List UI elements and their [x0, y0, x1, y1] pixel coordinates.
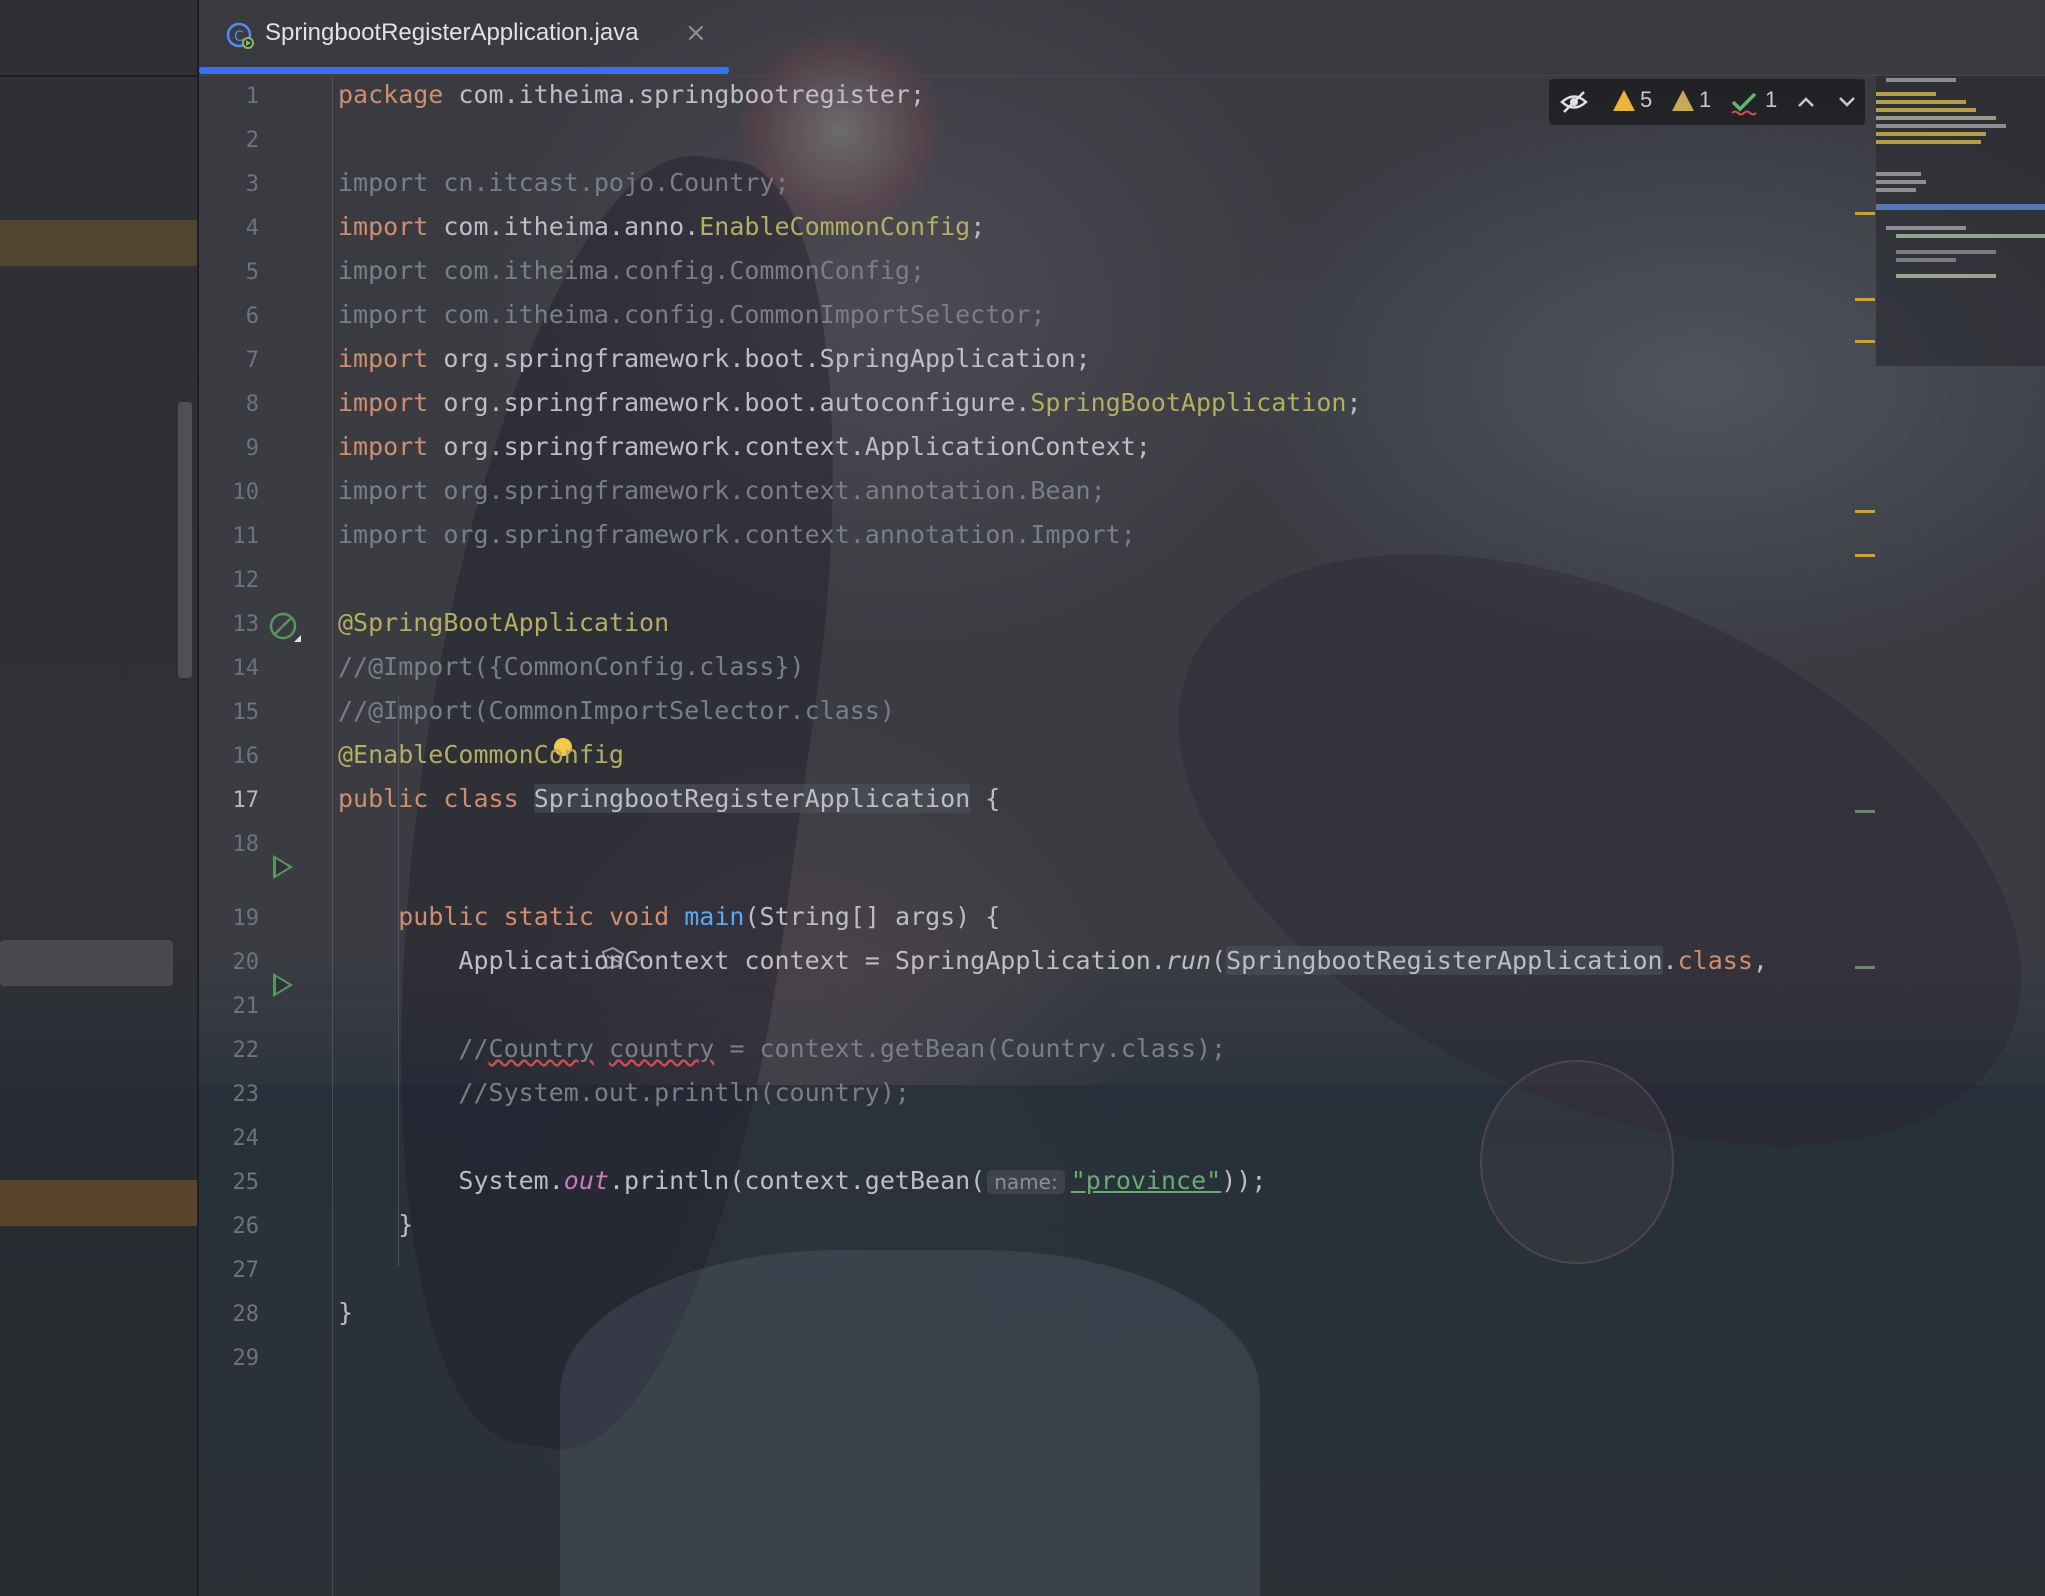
minimap-viewport [1876, 204, 2045, 210]
error-stripe-mark[interactable] [1855, 510, 1875, 513]
minimap-line [1876, 180, 1926, 184]
minimap-line [1876, 172, 1921, 176]
minimap-line [1876, 92, 1936, 96]
error-stripe-mark[interactable] [1855, 810, 1875, 813]
code-line-25[interactable]: System.out.println(context.getBean(name:… [338, 1166, 1266, 1195]
chevron-down-icon[interactable] [1837, 93, 1857, 111]
editor-tab-bar: C SpringbootRegisterApplication.java × [199, 0, 2045, 76]
java-class-icon: C [226, 22, 254, 49]
project-panel-header [0, 0, 197, 77]
code-line-7[interactable]: import org.springframework.boot.SpringAp… [338, 344, 1091, 373]
minimap-line [1886, 78, 1956, 82]
minimap-line [1896, 274, 1996, 278]
project-tree-row-highlight[interactable] [0, 1180, 197, 1226]
minimap-line [1876, 116, 1996, 120]
line-number: 29 [232, 1346, 260, 1371]
parameter-hint: name: [987, 1170, 1065, 1194]
code-line-16[interactable]: @EnableCommonConfig [338, 740, 624, 769]
minimap-line [1876, 124, 2006, 128]
minimap-line [1876, 132, 1986, 136]
tab-title: SpringbootRegisterApplication.java [265, 19, 639, 46]
code-editor[interactable]: 1 2 3 4 5 6 7 8 9 10 11 12 13 14 15 16 1… [199, 76, 2045, 1596]
code-line-23[interactable]: //System.out.println(country); [338, 1078, 910, 1107]
code-line-5[interactable]: import com.itheima.config.CommonConfig; [338, 256, 925, 285]
code-line-17[interactable]: public class SpringbootRegisterApplicati… [338, 784, 1000, 813]
code-line-22[interactable]: //Country country = context.getBean(Coun… [338, 1034, 1226, 1063]
code-line-9[interactable]: import org.springframework.context.Appli… [338, 432, 1151, 461]
code-line-14[interactable]: //@Import({CommonConfig.class}) [338, 652, 805, 681]
error-stripe-mark[interactable] [1855, 340, 1875, 343]
code-minimap[interactable] [1876, 76, 2045, 366]
project-tool-window[interactable] [0, 0, 199, 1596]
code-line-6[interactable]: import com.itheima.config.CommonImportSe… [338, 300, 1045, 329]
error-stripe-mark[interactable] [1855, 298, 1875, 301]
code-line-26[interactable]: } [338, 1210, 413, 1239]
minimap-line [1876, 108, 1976, 112]
chevron-up-icon[interactable] [1796, 93, 1816, 111]
line-number: 27 [232, 1258, 260, 1283]
code-line-11[interactable]: import org.springframework.context.annot… [338, 520, 1136, 549]
line-number: 24 [232, 1126, 260, 1151]
code-line-8[interactable]: import org.springframework.boot.autoconf… [338, 388, 1362, 417]
active-tab-indicator [199, 67, 729, 74]
warning-icon [1613, 90, 1635, 111]
warning-count: 5 [1640, 87, 1653, 112]
code-line-28[interactable]: } [338, 1298, 353, 1327]
code-line-20[interactable]: ApplicationContext context = SpringAppli… [338, 946, 1768, 975]
code-line-3[interactable]: import cn.itcast.pojo.Country; [338, 168, 790, 197]
close-tab-icon[interactable]: × [685, 18, 707, 48]
code-line-4[interactable]: import com.itheima.anno.EnableCommonConf… [338, 212, 985, 241]
code-line-19[interactable]: public static void main(String[] args) { [338, 902, 1000, 931]
minimap-line [1876, 140, 1981, 144]
code-line-10[interactable]: import org.springframework.context.annot… [338, 476, 1106, 505]
line-number: 2 [245, 128, 259, 153]
typo-check-icon [1731, 92, 1757, 116]
minimap-line [1876, 100, 1966, 104]
minimap-line [1896, 250, 1996, 254]
typo-count: 1 [1765, 87, 1778, 112]
error-stripe-mark[interactable] [1855, 554, 1875, 557]
weak-warning-count: 1 [1699, 87, 1712, 112]
minimap-line [1886, 226, 1966, 230]
code-line-13[interactable]: @SpringBootApplication [338, 608, 669, 637]
inspections-widget[interactable]: 5 1 1 [1549, 79, 1865, 125]
eye-crossed-icon[interactable] [1559, 88, 1589, 116]
project-tree-row-selected[interactable] [0, 940, 173, 986]
project-panel-scrollbar[interactable] [178, 402, 192, 678]
code-line-1[interactable]: package com.itheima.springbootregister; [338, 80, 925, 109]
line-number: 18 [232, 832, 260, 857]
minimap-line [1876, 188, 1916, 192]
line-number: 21 [232, 994, 260, 1019]
error-stripe-mark[interactable] [1855, 212, 1875, 215]
project-tree-row-highlight[interactable] [0, 220, 197, 266]
minimap-line [1896, 258, 1956, 262]
minimap-line [1896, 234, 2045, 238]
error-stripe-mark[interactable] [1855, 966, 1875, 969]
code-line-15[interactable]: //@Import(CommonImportSelector.class) [338, 696, 895, 725]
weak-warning-icon [1672, 90, 1694, 111]
editor-tab-springboot-register-application[interactable]: C SpringbootRegisterApplication.java × [199, 0, 729, 75]
line-number: 12 [232, 568, 260, 593]
